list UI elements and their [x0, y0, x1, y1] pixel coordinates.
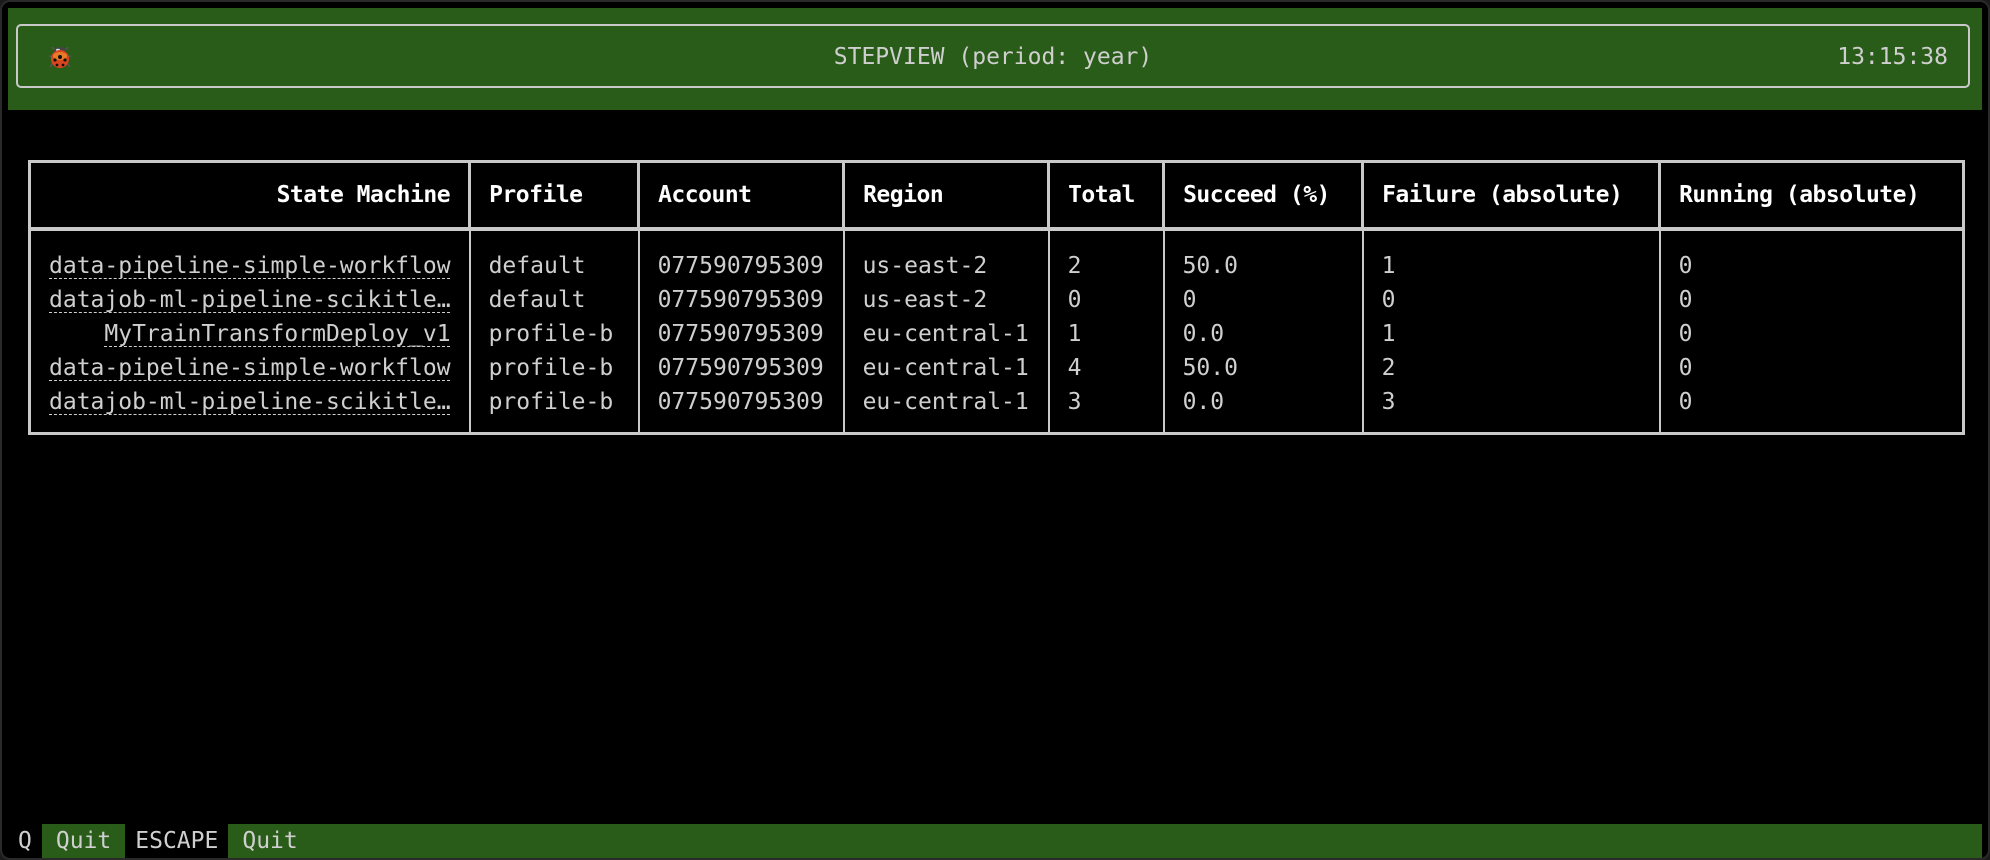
table-row-1-failure: 0 [1381, 287, 1396, 313]
table-row-4-account: 077590795309 [657, 389, 824, 415]
table-row-2-failure: 1 [1381, 321, 1396, 347]
column-header-running[interactable]: Running (absolute) [1659, 163, 1962, 231]
table-row-2-region: eu-central-1 [862, 321, 1029, 347]
region-column: us-east-2 us-east-2 eu-central-1 eu-cent… [843, 229, 1050, 432]
table-row-2-total: 1 [1067, 321, 1082, 347]
key-q: Q [8, 824, 42, 858]
column-header-succeed[interactable]: Succeed (%) [1163, 163, 1365, 231]
running-column: 0 0 0 0 0 [1660, 229, 1962, 432]
table-row-0-total: 2 [1067, 253, 1082, 279]
profile-column: default default profile-b profile-b prof… [469, 229, 640, 432]
table-row-1-region: us-east-2 [862, 287, 988, 313]
table-row-1-account: 077590795309 [657, 287, 824, 313]
column-header-total[interactable]: Total [1048, 163, 1166, 231]
table-row-0-region: us-east-2 [862, 253, 988, 279]
table-row-1-succeed: 0 [1182, 287, 1197, 313]
table-body: data-pipeline-simple-workflow datajob-ml… [31, 229, 1962, 432]
app-header: STEPVIEW (period: year) 13:15:38 [8, 8, 1982, 110]
table-row-0-succeed: 50.0 [1182, 253, 1238, 279]
table-row-4-succeed: 0.0 [1182, 389, 1225, 415]
table-row-0-running: 0 [1678, 253, 1693, 279]
state-machine-table: State Machine Profile Account Region Tot… [28, 160, 1965, 435]
table-row-3-total: 4 [1067, 355, 1082, 381]
table-row-3-succeed: 50.0 [1182, 355, 1238, 381]
table-row-1-running: 0 [1678, 287, 1693, 313]
table-row-1-profile: default [488, 287, 586, 313]
table-row-3-account: 077590795309 [657, 355, 824, 381]
column-header-profile[interactable]: Profile [469, 163, 641, 231]
succeed-column: 50.0 0 0.0 50.0 0.0 [1163, 229, 1364, 432]
header-box: STEPVIEW (period: year) 13:15:38 [16, 24, 1970, 88]
table-row-4-profile: profile-b [488, 389, 614, 415]
state-machine-link[interactable]: data-pipeline-simple-workflow [49, 253, 451, 279]
column-header-state-machine[interactable]: State Machine [31, 163, 472, 231]
table-header-row: State Machine Profile Account Region Tot… [31, 163, 1962, 231]
state-machine-column: data-pipeline-simple-workflow datajob-ml… [31, 229, 471, 432]
table-row-1-state-machine[interactable]: datajob-ml-pipeline-scikitle… [49, 283, 451, 317]
table-row-4-failure: 3 [1381, 389, 1396, 415]
total-column: 2 0 1 4 3 [1048, 229, 1165, 432]
table-row-2-state-machine[interactable]: MyTrainTransformDeploy_v1 [49, 317, 450, 351]
state-machine-link[interactable]: datajob-ml-pipeline-scikitle… [49, 389, 451, 415]
column-header-failure[interactable]: Failure (absolute) [1362, 163, 1662, 231]
state-machine-link[interactable]: MyTrainTransformDeploy_v1 [104, 321, 450, 347]
table-row-0-account: 077590795309 [657, 253, 824, 279]
table-row-3-running: 0 [1678, 355, 1693, 381]
table-row-0-profile: default [488, 253, 586, 279]
table-row-2-account: 077590795309 [657, 321, 824, 347]
table-row-4-region: eu-central-1 [862, 389, 1029, 415]
account-column: 077590795309 077590795309 077590795309 0… [638, 229, 845, 432]
table-row-1-total: 0 [1067, 287, 1082, 313]
table-row-2-succeed: 0.0 [1182, 321, 1225, 347]
table-row-4-total: 3 [1067, 389, 1082, 415]
table-row-2-profile: profile-b [488, 321, 614, 347]
clock: 13:15:38 [1837, 44, 1948, 70]
state-machine-link[interactable]: data-pipeline-simple-workflow [49, 355, 451, 381]
column-header-region[interactable]: Region [843, 163, 1051, 231]
app-title: STEPVIEW (period: year) [833, 44, 1153, 70]
table-row-4-running: 0 [1678, 389, 1693, 415]
table-row-0-state-machine[interactable]: data-pipeline-simple-workflow [49, 249, 451, 283]
key-escape: ESCAPE [125, 824, 229, 858]
quit-binding-q[interactable]: Quit [42, 824, 125, 858]
state-machine-link[interactable]: datajob-ml-pipeline-scikitle… [49, 287, 451, 313]
failure-column: 1 0 1 2 3 [1362, 229, 1661, 432]
key-bindings-footer: Q Quit ESCAPE Quit [8, 824, 1982, 858]
quit-binding-escape[interactable]: Quit [228, 824, 311, 858]
terminal-window: STEPVIEW (period: year) 13:15:38 State M… [0, 0, 1990, 860]
table-row-3-failure: 2 [1381, 355, 1396, 381]
table-row-2-running: 0 [1678, 321, 1693, 347]
table-row-0-failure: 1 [1381, 253, 1396, 279]
column-header-account[interactable]: Account [638, 163, 846, 231]
table-row-4-state-machine[interactable]: datajob-ml-pipeline-scikitle… [49, 385, 451, 419]
table-row-3-profile: profile-b [488, 355, 614, 381]
table-row-3-state-machine[interactable]: data-pipeline-simple-workflow [49, 351, 451, 385]
table-row-3-region: eu-central-1 [862, 355, 1029, 381]
